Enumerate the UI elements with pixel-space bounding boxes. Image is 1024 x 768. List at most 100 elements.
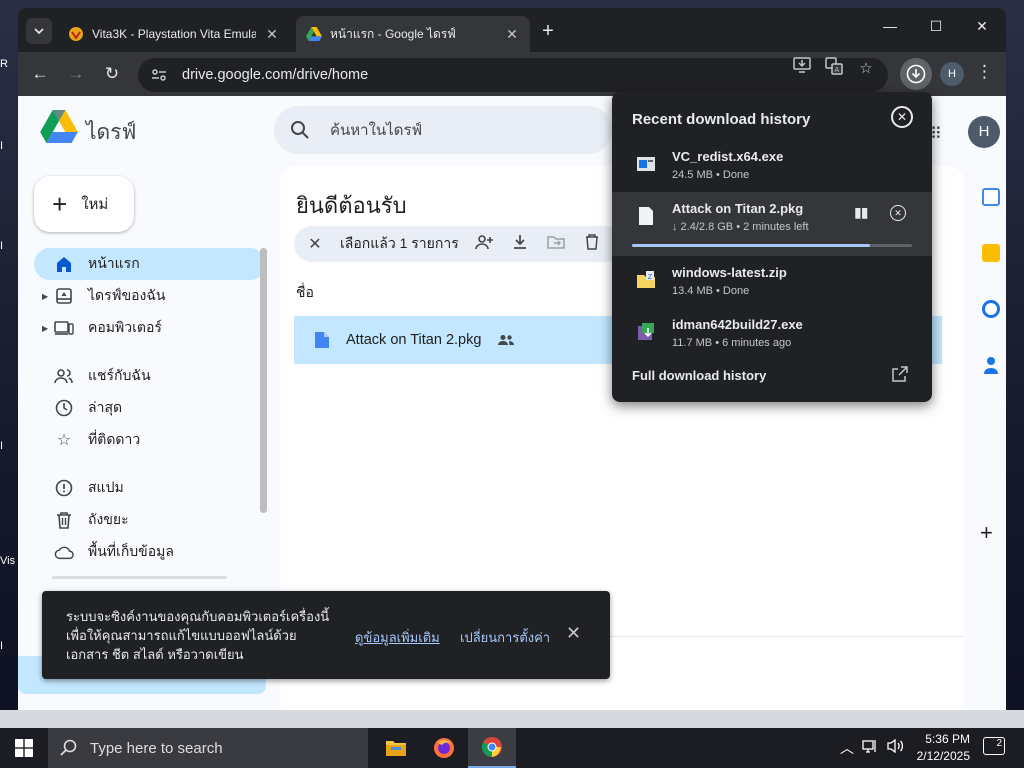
windows-taskbar: Type here to search ︿ 5:36 PM 2/12/2025 … — [0, 728, 1024, 768]
download-filename: VC_redist.x64.exe — [672, 149, 784, 164]
download-file-icon[interactable] — [509, 234, 531, 255]
address-bar[interactable]: drive.google.com/drive/home — [138, 58, 888, 92]
learn-more-link[interactable]: ดูข้อมูลเพิ่มเติม — [355, 627, 440, 648]
selection-count: เลือกแล้ว 1 รายการ — [340, 235, 459, 251]
tab-search-button[interactable] — [26, 18, 52, 44]
keep-icon[interactable] — [982, 244, 1000, 262]
volume-icon[interactable] — [886, 738, 904, 757]
drive-brand: ไดรฟ์ — [86, 121, 137, 144]
maximize-button[interactable]: ☐ — [922, 18, 950, 35]
sidebar-item-label: ล่าสุด — [88, 399, 123, 415]
desktop-icon-fragment: I — [0, 640, 4, 652]
expand-caret-icon[interactable]: ▶ — [42, 292, 48, 301]
tab-vita3k[interactable]: Vita3K - Playstation Vita Emulat ✕ — [58, 16, 290, 52]
installer-file-icon — [637, 157, 655, 171]
drive-sidebar: หน้าแรก ▶ ไดรฟ์ของฉัน ▶ คอมพิวเตอร์ แชร์… — [34, 248, 266, 568]
start-button[interactable] — [0, 728, 48, 768]
change-settings-button[interactable]: เปลี่ยนการตั้งค่า — [460, 627, 550, 648]
download-progress-bar — [632, 244, 912, 247]
page-title: ยินดีต้อนรับ — [296, 193, 407, 218]
file-name: Attack on Titan 2.pkg — [346, 332, 482, 348]
clear-selection-icon[interactable]: ✕ — [304, 234, 326, 254]
sidebar-item-label: แชร์กับฉัน — [88, 367, 151, 383]
tasks-icon[interactable] — [982, 300, 1000, 318]
share-add-person-icon[interactable] — [473, 234, 495, 255]
close-tab-icon[interactable]: ✕ — [264, 26, 280, 43]
downloads-button[interactable] — [900, 58, 932, 90]
full-download-history-link[interactable]: Full download history — [632, 368, 766, 383]
taskbar-search-placeholder: Type here to search — [90, 739, 223, 757]
tray-chevron-up-icon[interactable]: ︿ — [840, 738, 854, 758]
sidebar-item-label: ถังขยะ — [88, 511, 129, 527]
account-avatar[interactable]: H — [968, 116, 1000, 148]
sidebar-item-label: ไดรฟ์ของฉัน — [88, 287, 166, 303]
sidebar-item-starred[interactable]: ☆ ที่ติดดาว — [34, 424, 266, 456]
close-window-button[interactable]: ✕ — [968, 18, 996, 35]
download-item[interactable]: idman642build27.exe 11.7 MB • 6 minutes … — [612, 308, 932, 366]
sidebar-scrollbar[interactable] — [260, 248, 267, 513]
notification-center-icon[interactable]: 2 — [983, 737, 1005, 755]
download-item-active[interactable]: Attack on Titan 2.pkg ↓ 2.4/2.8 GB • 2 m… — [612, 192, 932, 256]
expand-caret-icon[interactable]: ▶ — [42, 324, 48, 333]
minimize-button[interactable]: — — [876, 18, 904, 34]
download-icon — [906, 64, 926, 84]
translate-icon[interactable]: A — [822, 57, 846, 81]
sync-snackbar: ระบบจะซิงค์งานของคุณกับคอมพิวเตอร์เครื่อ… — [42, 591, 610, 679]
snackbar-message: ระบบจะซิงค์งานของคุณกับคอมพิวเตอร์เครื่อ… — [66, 609, 330, 662]
sidebar-item-storage[interactable]: พื้นที่เก็บข้อมูล — [34, 536, 266, 568]
open-external-icon[interactable] — [892, 366, 908, 385]
tab-drive[interactable]: หน้าแรก - Google ไดรฟ์ ✕ — [296, 16, 530, 52]
firefox-taskbar-icon[interactable] — [420, 728, 468, 768]
back-button[interactable]: ← — [28, 62, 52, 86]
sidebar-item-recent[interactable]: ล่าสุด — [34, 392, 266, 424]
clock-time: 5:36 PM — [925, 732, 970, 746]
close-icon[interactable]: ✕ — [566, 623, 581, 644]
sidebar-item-label: พื้นที่เก็บข้อมูล — [88, 543, 174, 559]
close-icon[interactable]: ✕ — [891, 106, 913, 128]
sidebar-item-shared[interactable]: แชร์กับฉัน — [34, 360, 266, 392]
drive-search-input[interactable]: ค้นหาในไดรฟ์ — [274, 106, 612, 154]
storage-meter — [52, 576, 227, 579]
network-icon[interactable] — [862, 738, 880, 757]
new-button[interactable]: + ใหม่ — [34, 176, 134, 232]
desktop-icon-fragment: I — [0, 440, 4, 452]
download-status: ↓ 2.4/2.8 GB • 2 minutes left — [672, 221, 809, 233]
new-tab-button[interactable]: + — [536, 20, 560, 43]
calendar-icon[interactable] — [982, 188, 1000, 206]
new-label: ใหม่ — [81, 196, 109, 213]
delete-icon[interactable] — [581, 233, 603, 255]
cancel-download-icon[interactable]: ✕ — [890, 205, 906, 221]
contacts-icon[interactable] — [982, 356, 1000, 374]
chrome-taskbar-icon[interactable] — [468, 728, 516, 768]
forward-button[interactable]: → — [64, 62, 88, 86]
system-clock[interactable]: 5:36 PM 2/12/2025 — [906, 731, 970, 765]
download-progress-fill — [632, 244, 870, 247]
reload-button[interactable]: ↻ — [100, 62, 124, 86]
download-item[interactable]: VC_redist.x64.exe 24.5 MB • Done — [612, 140, 932, 198]
site-info-icon[interactable] — [148, 64, 170, 86]
taskbar-search-input[interactable]: Type here to search — [48, 728, 368, 768]
file-explorer-taskbar-icon[interactable] — [372, 728, 420, 768]
pause-icon[interactable]: ▮▮ — [854, 204, 868, 221]
download-bubble-title: Recent download history — [632, 111, 811, 128]
sidebar-item-spam[interactable]: สแปม — [34, 472, 266, 504]
drive-favicon-icon — [306, 27, 322, 41]
windows-logo-icon — [15, 739, 33, 757]
add-addon-icon[interactable]: + — [980, 520, 993, 546]
sidebar-item-my-drive[interactable]: ▶ ไดรฟ์ของฉัน — [34, 280, 266, 312]
browser-menu-icon[interactable]: ⋮ — [976, 62, 993, 82]
search-icon[interactable] — [290, 120, 314, 140]
sidebar-item-home[interactable]: หน้าแรก — [34, 248, 266, 280]
notification-count: 2 — [996, 738, 1002, 749]
bookmark-star-icon[interactable]: ☆ — [854, 57, 878, 81]
sidebar-item-trash[interactable]: ถังขยะ — [34, 504, 266, 536]
download-item[interactable]: Z windows-latest.zip 13.4 MB • Done — [612, 256, 932, 314]
profile-button[interactable]: H — [940, 62, 964, 86]
drive-logo-icon — [40, 110, 78, 143]
close-tab-icon[interactable]: ✕ — [504, 26, 520, 43]
star-icon: ☆ — [56, 432, 72, 449]
install-app-icon[interactable] — [790, 57, 814, 81]
move-folder-icon[interactable] — [545, 235, 567, 254]
sidebar-item-computers[interactable]: ▶ คอมพิวเตอร์ — [34, 312, 266, 344]
column-header-name[interactable]: ชื่อ — [296, 282, 314, 304]
